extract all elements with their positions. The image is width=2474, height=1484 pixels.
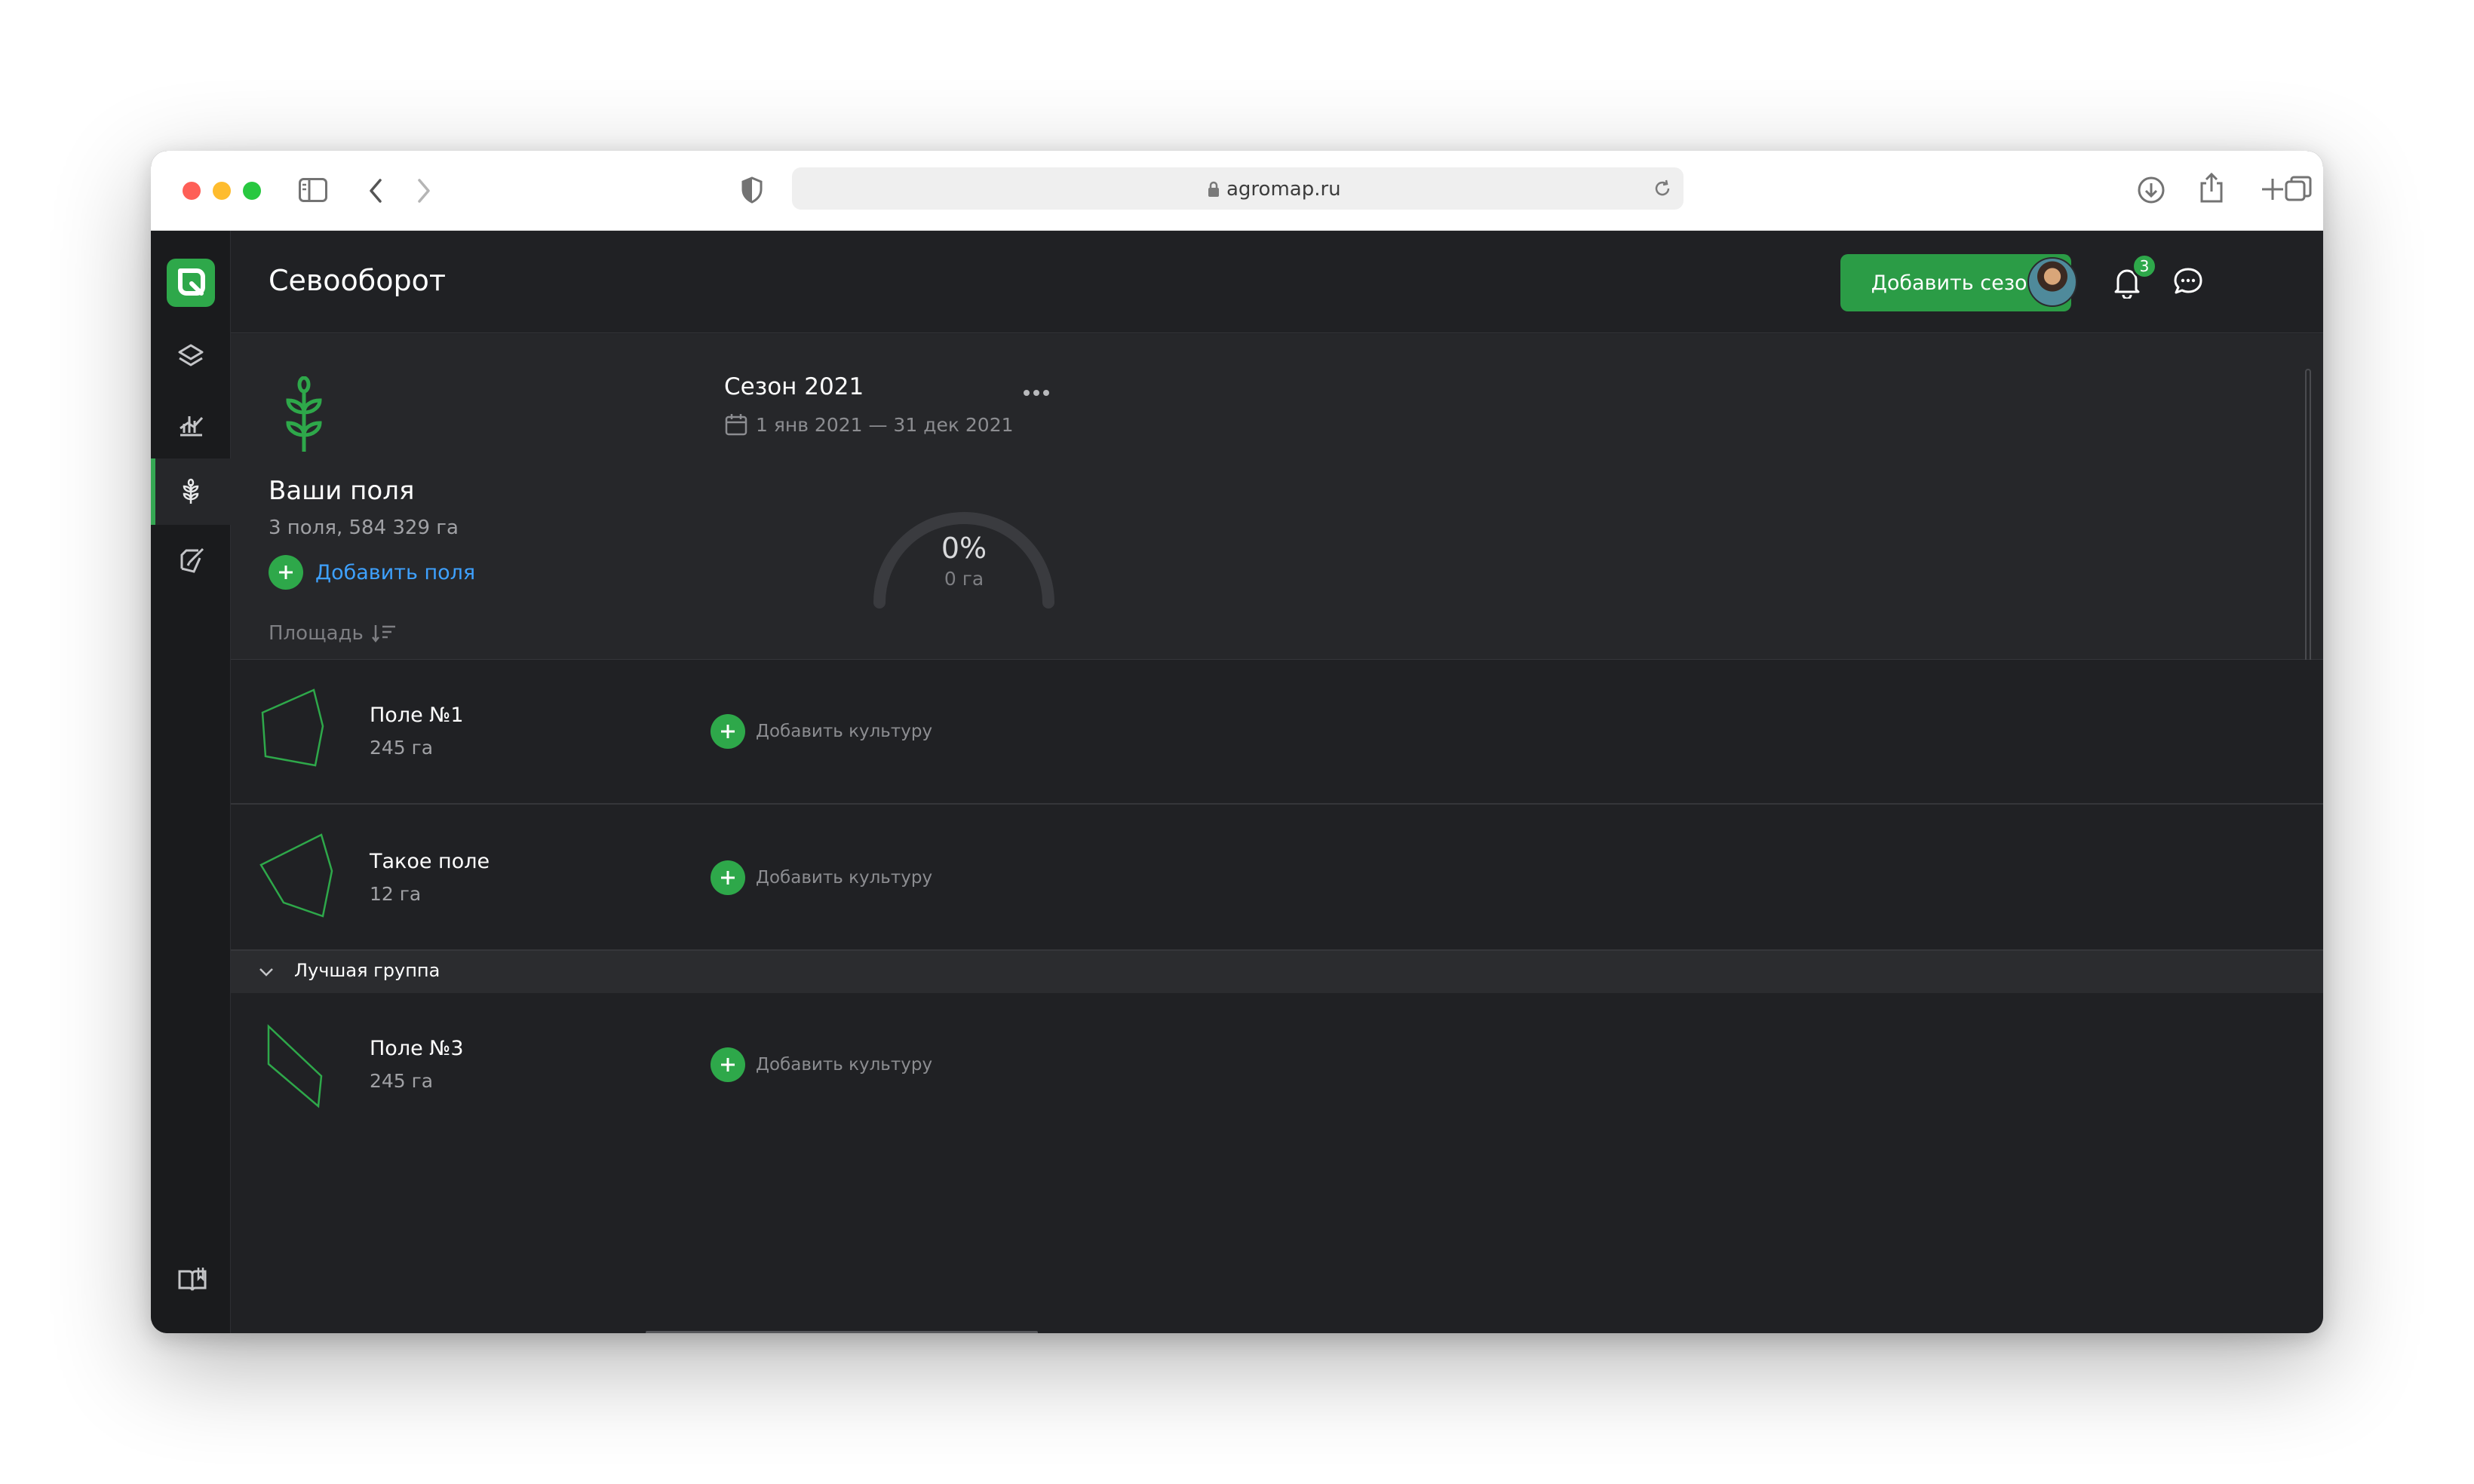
add-culture-button[interactable]: Добавить культуру [711, 1047, 932, 1082]
season-title: Сезон 2021 [724, 373, 864, 400]
minimize-window-button[interactable] [213, 182, 231, 200]
field-area: 245 га [370, 1070, 434, 1092]
notes-icon [180, 547, 204, 573]
crop-rotation-icon [183, 478, 199, 504]
field-name: Такое поле [370, 850, 490, 873]
back-icon[interactable] [368, 178, 383, 204]
layers-icon [178, 344, 204, 366]
address-bar[interactable]: agromap.ru [792, 167, 1684, 210]
field-name: Поле №1 [370, 704, 464, 727]
avatar[interactable] [2027, 257, 2077, 307]
field-polygon-icon [261, 688, 324, 767]
sort-label: Площадь [269, 622, 364, 645]
page-title: Севооборот [269, 264, 446, 297]
sidebar-item-layers[interactable] [151, 323, 231, 389]
add-culture-label: Добавить культуру [756, 868, 933, 888]
app-logo[interactable] [167, 259, 215, 307]
sidebar-item-analytics[interactable] [151, 391, 231, 457]
season-dates-text: 1 янв 2021 — 31 дек 2021 [756, 413, 1014, 436]
analytics-icon [180, 416, 204, 437]
fields-title: Ваши поля [269, 476, 415, 506]
add-culture-label: Добавить культуру [756, 722, 933, 741]
field-row[interactable]: Поле №3 245 га Добавить культуру [231, 993, 2323, 1138]
sidebar-item-notes[interactable] [151, 526, 231, 593]
plus-icon [711, 714, 745, 749]
season-more-icon[interactable] [1023, 382, 1050, 397]
field-row[interactable]: Такое поле 12 га Добавить культуру [231, 806, 2323, 951]
sort-by-area[interactable]: Площадь [269, 622, 397, 645]
sidebar-item-crop-rotation[interactable] [151, 458, 231, 525]
chat-icon[interactable] [2172, 266, 2204, 299]
zoom-window-button[interactable] [243, 182, 261, 200]
add-culture-button[interactable]: Добавить культуру [711, 714, 932, 749]
plus-icon [711, 1047, 745, 1082]
sidebar-item-help[interactable] [151, 1246, 231, 1312]
notifications-count-badge: 3 [2132, 253, 2157, 279]
app-header: Севооборот Добавить сезон 3 [231, 231, 2323, 333]
sort-descending-icon [371, 625, 395, 643]
lock-icon [1208, 181, 1219, 197]
calendar-icon [725, 414, 747, 436]
season-progress-area: 0 га [944, 568, 984, 590]
field-area: 12 га [370, 883, 422, 905]
field-row[interactable]: Поле №1 245 га Добавить культуру [231, 660, 2323, 805]
logo-icon [178, 268, 205, 296]
reload-icon[interactable] [1652, 178, 1673, 199]
season-date-range: 1 янв 2021 — 31 дек 2021 [724, 412, 1014, 437]
wheat-icon [286, 376, 322, 452]
chevron-down-icon [259, 968, 273, 977]
app: Севооборот Добавить сезон 3 Ваши поля 3 … [151, 231, 2323, 1333]
download-icon[interactable] [2136, 175, 2166, 205]
forward-icon[interactable] [416, 178, 431, 204]
browser-window: agromap.ru Севооборот Добавить сезон 3 В… [151, 151, 2323, 1333]
url-text: agromap.ru [1226, 178, 1341, 201]
field-area: 245 га [370, 737, 434, 759]
group-name: Лучшая группа [294, 960, 440, 981]
season-progress-percent: 0% [941, 532, 987, 565]
field-name: Поле №3 [370, 1037, 464, 1060]
close-window-button[interactable] [183, 182, 201, 200]
add-fields-label: Добавить поля [315, 560, 476, 584]
field-group-header[interactable]: Лучшая группа [231, 951, 2323, 993]
add-fields-button[interactable]: Добавить поля [269, 555, 475, 590]
summary-panel: Ваши поля 3 поля, 584 329 га Добавить по… [231, 334, 2323, 762]
horizontal-scrollbar[interactable] [646, 1331, 1038, 1333]
field-polygon-icon [267, 1024, 323, 1108]
tab-overview-icon[interactable] [2284, 175, 2313, 204]
field-polygon-icon [259, 833, 333, 918]
share-icon[interactable] [2198, 172, 2225, 204]
fields-summary: 3 поля, 584 329 га [269, 517, 459, 539]
sidebar-toggle-icon[interactable] [299, 178, 327, 202]
add-culture-label: Добавить культуру [756, 1055, 933, 1075]
new-tab-icon[interactable] [2260, 176, 2285, 202]
add-culture-button[interactable]: Добавить культуру [711, 860, 932, 895]
privacy-shield-icon[interactable] [741, 176, 763, 204]
sidebar [151, 231, 231, 1333]
book-icon [178, 1268, 207, 1291]
browser-toolbar: agromap.ru [151, 151, 2323, 231]
plus-icon [269, 555, 303, 590]
crop-rotation-content: Ваши поля 3 поля, 584 329 га Добавить по… [231, 334, 2323, 1333]
plus-icon [711, 860, 745, 895]
